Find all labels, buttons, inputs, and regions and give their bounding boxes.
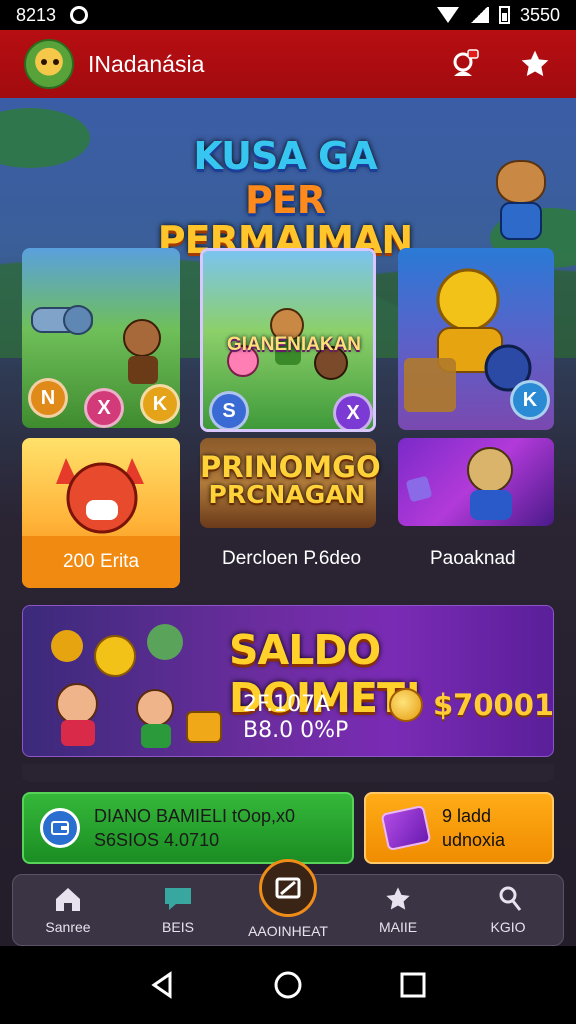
balance-stats: 2F.107A B8.0 0%P	[243, 692, 348, 744]
app-title: INadanásia	[88, 50, 205, 77]
signal-icon	[468, 7, 489, 23]
home-icon	[56, 888, 80, 911]
promo-tile-title: PRINOMGO PRCNAGAN	[200, 450, 381, 510]
hero-title-line1a: KUSA GA	[193, 134, 377, 178]
palm-decor-left	[0, 108, 90, 168]
star-glyph	[521, 50, 549, 77]
profile-icon	[499, 886, 522, 911]
nav-item-profile[interactable]: KGIO	[460, 885, 556, 935]
coin-token: K	[140, 384, 180, 424]
nav-item-favorites[interactable]: MAIIE	[350, 885, 446, 935]
balance-banner[interactable]: SALDO DOIMET! 2F.107A B8.0 0%P $70001	[22, 605, 554, 757]
fox-art	[56, 458, 144, 534]
status-bar: 8213 3550	[0, 0, 576, 30]
balance-stat-2: B8.0 0%P	[243, 718, 349, 743]
bottom-nav: Sanree BEIS AAOINHEAT MAIIE KGIO	[12, 859, 564, 946]
center-action-icon	[259, 859, 317, 917]
home-circle-icon[interactable]	[273, 970, 303, 1000]
nav-label: AAOINHEAT	[248, 923, 328, 939]
game-card-fox[interactable]: 200 Erita	[22, 438, 180, 588]
gem-action-button[interactable]: 9 ladd udnoxia	[364, 792, 554, 864]
hero-title: KUSA GA PER PERMAIMAN	[150, 134, 420, 262]
nav-label: KGIO	[490, 919, 526, 935]
coin-token: K	[510, 380, 550, 420]
balance-amount: $70001	[389, 688, 554, 722]
app-logo[interactable]	[24, 39, 74, 89]
recents-icon[interactable]	[398, 970, 428, 1000]
support-glyph	[453, 49, 479, 76]
promo-title-line1: PRINOMGO	[200, 450, 381, 484]
heroes-group-art	[51, 624, 222, 748]
main-content: KUSA GA PER PERMAIMAN N X K S X GIANENIA…	[0, 98, 576, 946]
gem-action-line2: udnoxia	[442, 830, 506, 850]
promo-title-line2: PRCNAGAN	[208, 480, 366, 510]
mascot-cat	[482, 154, 562, 250]
battery-icon	[498, 6, 510, 24]
game-card-robot-purple[interactable]	[398, 438, 554, 526]
game-tile-jungle[interactable]: N X K	[22, 248, 180, 428]
app-bar: INadanásia	[0, 30, 576, 98]
support-icon[interactable]	[448, 47, 482, 81]
coin-icon	[389, 688, 423, 722]
nav-label: MAIIE	[378, 919, 418, 935]
status-time: 8213	[16, 4, 57, 25]
gem-action-line1: 9 ladd	[442, 806, 492, 826]
favorites-star-icon[interactable]	[518, 47, 552, 81]
purple-robot-art	[406, 447, 513, 520]
coin-token: S	[209, 391, 249, 429]
coin-token: N	[28, 378, 68, 418]
nav-item-home[interactable]: Sanree	[20, 885, 116, 935]
star-icon	[386, 887, 410, 910]
hero-title-line1b: PER	[244, 178, 326, 222]
nav-item-chat[interactable]: BEIS	[130, 885, 226, 935]
featured-tile-title: GIANENIAKAN	[226, 334, 362, 355]
system-nav-bar	[0, 946, 576, 1024]
wallet-action-text: DIANO BAMIELI tOop,x0 S6SIOS 4.0710	[94, 804, 295, 852]
wallet-icon	[40, 808, 80, 848]
wallet-action-button[interactable]: DIANO BAMIELI tOop,x0 S6SIOS 4.0710	[22, 792, 354, 864]
banner-footer-strip	[22, 764, 554, 782]
game-card-label: 200 Erita	[22, 536, 180, 588]
wallet-action-line1: DIANO BAMIELI tOop,x0	[94, 806, 296, 826]
coin-token: X	[84, 388, 124, 428]
nav-item-center[interactable]: AAOINHEAT	[240, 859, 336, 939]
balance-stat-1: 2F.107A	[243, 692, 331, 717]
nav-label: Sanree	[45, 919, 91, 935]
game-card-label: Paoaknad	[430, 548, 516, 569]
chat-icon	[165, 888, 191, 910]
status-right-text: 3550	[519, 4, 560, 25]
wifi-icon	[436, 7, 459, 23]
game-card-label: Dercloen P.6deo	[222, 548, 362, 569]
coin-token: X	[333, 393, 373, 429]
gem-action-text: 9 ladd udnoxia	[442, 804, 505, 852]
gem-icon	[380, 804, 432, 852]
back-icon[interactable]	[148, 970, 178, 1000]
balance-amount-value: $70001	[433, 688, 554, 722]
wallet-action-line2: S6SIOS 4.0710	[94, 830, 220, 850]
game-tile-gold-robot[interactable]: K	[398, 248, 554, 430]
notification-icon	[70, 6, 89, 24]
nav-label: BEIS	[162, 919, 194, 935]
